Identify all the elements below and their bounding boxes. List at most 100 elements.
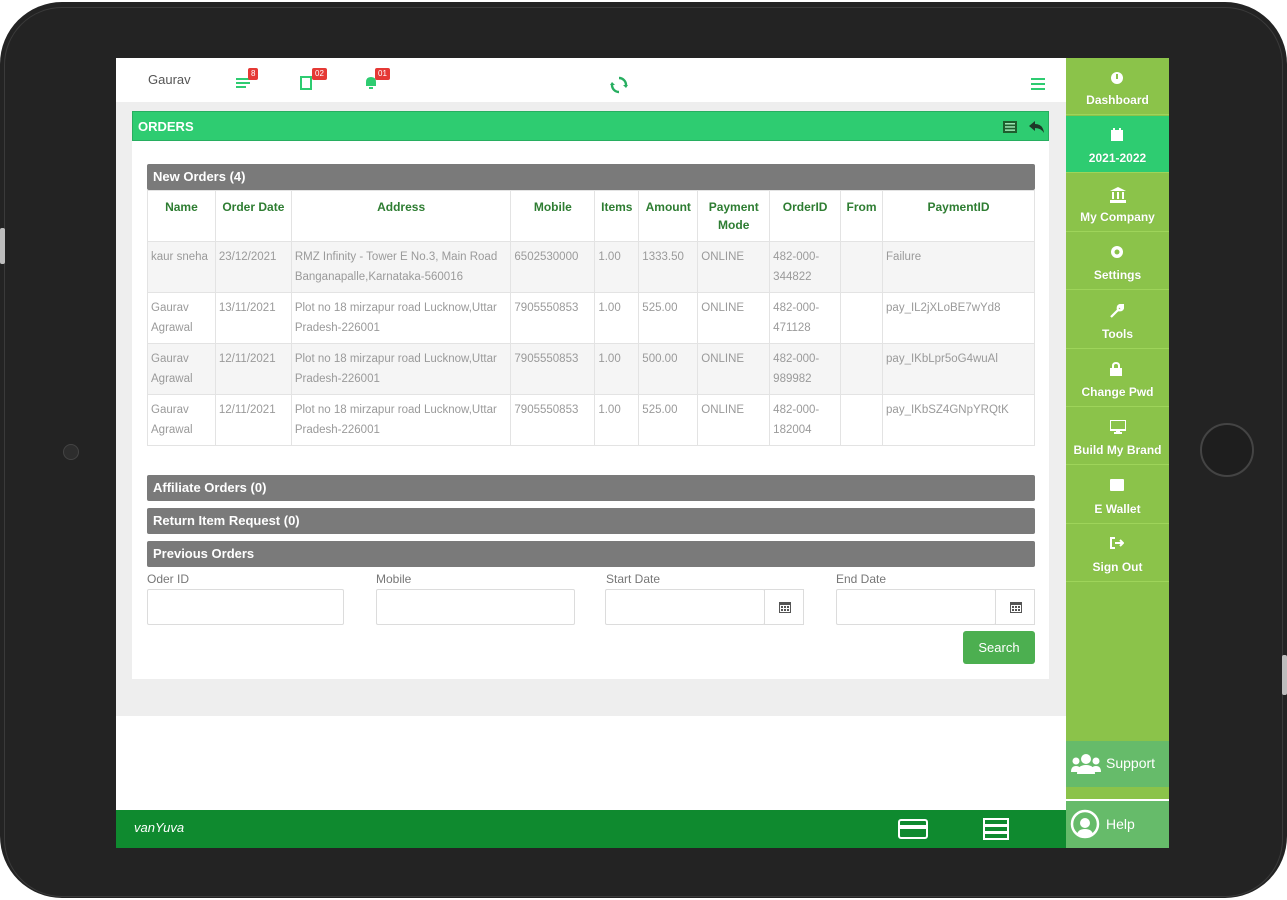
cell-order-id: 482-000-989982 (769, 343, 842, 395)
column-header: From (840, 190, 884, 242)
report-icon[interactable]: 02 (300, 68, 327, 90)
cell-address: Plot no 18 mirzapur road Lucknow,Uttar P… (290, 394, 512, 446)
previous-orders-header[interactable]: Previous Orders (147, 541, 1035, 567)
wrench-icon (1110, 304, 1124, 318)
sidebar-item-e-wallet[interactable]: E Wallet (1066, 467, 1169, 524)
refresh-icon[interactable] (610, 76, 628, 99)
cell-from (840, 241, 884, 293)
cell-items: 1.00 (594, 343, 640, 395)
cell-from (840, 292, 884, 344)
sidebar-item-change-pwd[interactable]: Change Pwd (1066, 350, 1169, 407)
cell-mobile: 6502530000 (510, 241, 596, 293)
sidebar-item-label: E Wallet (1094, 502, 1141, 516)
table-row[interactable]: kaur sneha 23/12/2021 RMZ Infinity - Tow… (147, 241, 1035, 293)
orders-panel-header: ORDERS (132, 111, 1049, 141)
sidebar-item-year[interactable]: 2021-2022 (1066, 116, 1169, 173)
bell-icon[interactable]: 01 (363, 68, 390, 90)
table-row[interactable]: Gaurav Agrawal 12/11/2021 Plot no 18 mir… (147, 343, 1035, 395)
affiliate-orders-header[interactable]: Affiliate Orders (0) (147, 475, 1035, 501)
start-date-calendar-button[interactable] (764, 589, 804, 625)
power-button (1282, 655, 1287, 695)
list-view-icon[interactable] (1003, 120, 1017, 138)
start-date-label: Start Date (606, 572, 661, 586)
front-camera (63, 444, 79, 460)
cell-mobile: 7905550853 (510, 292, 596, 344)
user-name: Gaurav (148, 72, 191, 87)
brand-logo: vanYuva (134, 820, 185, 835)
column-header: Items (594, 190, 640, 242)
volume-button (0, 228, 5, 264)
app-screen: Gaurav 8 02 01 ORDERS New Orders (4) Nam… (116, 58, 1169, 848)
calendar-icon (1010, 602, 1022, 613)
orders-title: ORDERS (138, 119, 194, 134)
sidebar-item-build-my-brand[interactable]: Build My Brand (1066, 408, 1169, 465)
orders-badge: 8 (248, 68, 259, 80)
sidebar-item-my-company[interactable]: My Company (1066, 175, 1169, 232)
return-item-request-header[interactable]: Return Item Request (0) (147, 508, 1035, 534)
footer-bar: vanYuva (116, 810, 1066, 848)
start-date-input[interactable] (605, 589, 765, 625)
cell-payment-id: Failure (882, 241, 1035, 293)
help-button[interactable]: Help (1066, 799, 1169, 848)
cell-date: 12/11/2021 (214, 394, 292, 446)
cell-payment-mode: ONLINE (697, 292, 771, 344)
cell-payment-id: pay_IKbSZ4GNpYRQtK (882, 394, 1035, 446)
cell-order-id: 482-000-182004 (769, 394, 842, 446)
mobile-label: Mobile (376, 572, 412, 586)
sidebar-item-settings[interactable]: Settings (1066, 233, 1169, 290)
sidebar-item-label: Tools (1101, 327, 1134, 341)
cell-name: Gaurav Agrawal (147, 343, 216, 395)
server-icon[interactable] (983, 818, 1009, 845)
top-bar: Gaurav 8 02 01 (116, 58, 1066, 102)
cell-from (840, 343, 884, 395)
sidebar-item-tools[interactable]: Tools (1066, 292, 1169, 349)
table-row[interactable]: Gaurav Agrawal 12/11/2021 Plot no 18 mir… (147, 394, 1035, 446)
search-button[interactable]: Search (963, 631, 1035, 664)
wallet-icon (1110, 479, 1124, 491)
home-button (1200, 423, 1254, 477)
gear-icon (1111, 246, 1123, 258)
column-header: OrderID (769, 190, 842, 242)
cell-payment-mode: ONLINE (697, 241, 771, 293)
column-header: Amount (638, 190, 699, 242)
support-button[interactable]: Support (1066, 741, 1169, 787)
cell-name: Gaurav Agrawal (147, 394, 216, 446)
order-id-input[interactable] (147, 589, 344, 625)
cell-amount: 525.00 (638, 292, 699, 344)
cell-from (840, 394, 884, 446)
end-date-calendar-button[interactable] (995, 589, 1035, 625)
sidebar-item-label: Sign Out (1092, 560, 1143, 574)
sidebar-item-label: My Company (1080, 210, 1155, 224)
column-header: Mobile (510, 190, 596, 242)
sign-out-icon (1110, 537, 1124, 549)
cell-order-id: 482-000-471128 (769, 292, 842, 344)
sidebar-item-label: Build My Brand (1073, 443, 1162, 457)
cell-items: 1.00 (594, 394, 640, 446)
menu-icon[interactable] (1031, 77, 1045, 95)
card-icon[interactable] (898, 818, 928, 845)
cell-amount: 500.00 (638, 343, 699, 395)
calendar-icon (1111, 128, 1123, 141)
cell-payment-id: pay_IL2jXLoBE7wYd8 (882, 292, 1035, 344)
back-icon[interactable] (1029, 120, 1045, 138)
sidebar-item-sign-out[interactable]: Sign Out (1066, 525, 1169, 582)
orders-list-icon[interactable]: 8 (236, 68, 259, 90)
cell-items: 1.00 (594, 241, 640, 293)
headset-icon (1070, 809, 1100, 839)
cell-items: 1.00 (594, 292, 640, 344)
lock-icon (1110, 362, 1122, 376)
cell-name: kaur sneha (147, 241, 216, 293)
bank-icon (1110, 187, 1126, 203)
cell-amount: 1333.50 (638, 241, 699, 293)
cell-address: RMZ Infinity - Tower E No.3, Main Road B… (290, 241, 512, 293)
help-label: Help (1106, 816, 1135, 832)
table-row[interactable]: Gaurav Agrawal 13/11/2021 Plot no 18 mir… (147, 292, 1035, 344)
cell-payment-id: pay_IKbLpr5oG4wuAl (882, 343, 1035, 395)
mobile-input[interactable] (376, 589, 575, 625)
new-orders-header[interactable]: New Orders (4) (147, 164, 1035, 190)
cell-address: Plot no 18 mirzapur road Lucknow,Uttar P… (290, 343, 512, 395)
support-label: Support (1106, 755, 1156, 771)
end-date-input[interactable] (836, 589, 996, 625)
sidebar-item-dashboard[interactable]: Dashboard (1066, 58, 1169, 115)
column-header: Payment Mode (697, 190, 771, 242)
